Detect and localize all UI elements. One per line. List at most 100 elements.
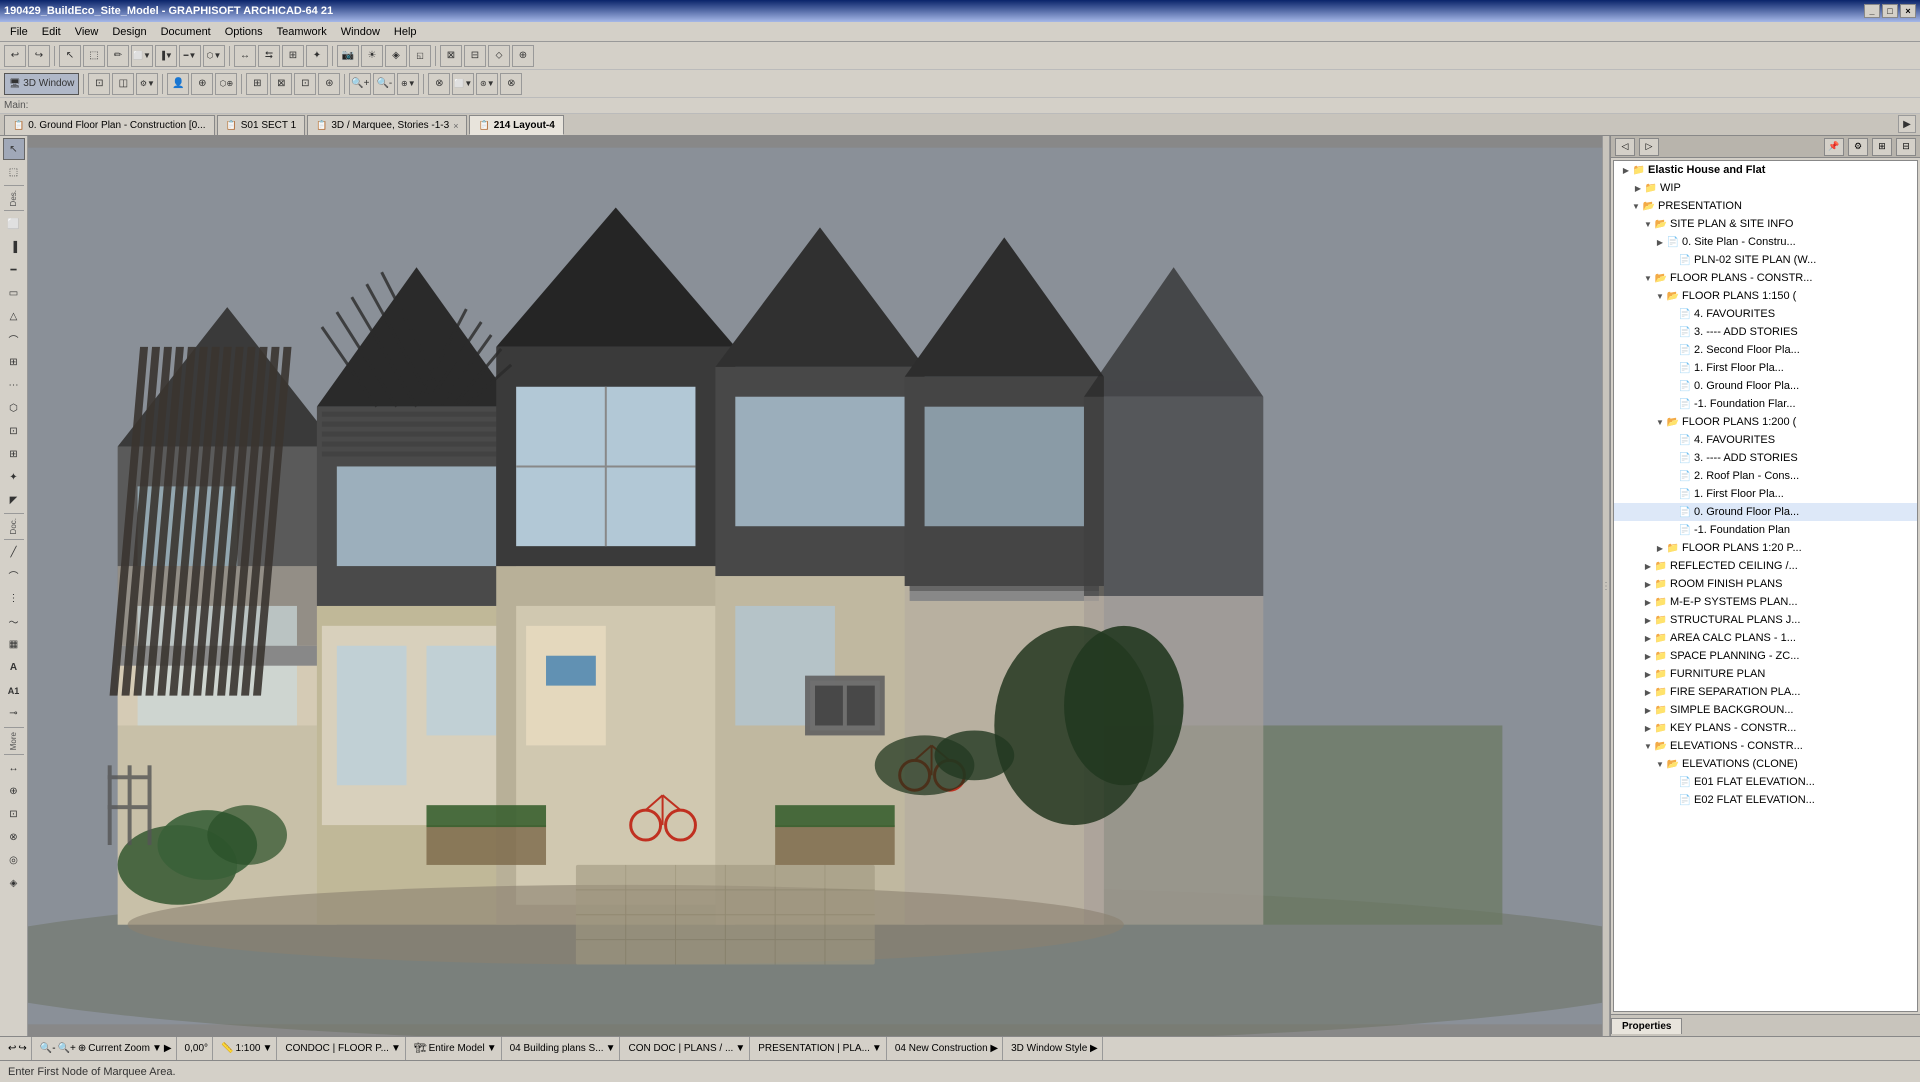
tree-add-stories-1[interactable]: 📄 3. ---- ADD STORIES — [1614, 323, 1917, 341]
3d-window-button[interactable]: 🖥 3D Window — [4, 73, 79, 95]
tree-floor-plans-120[interactable]: ▶ 📁 FLOOR PLANS 1:20 P... — [1614, 539, 1917, 557]
zoom-fit-btn[interactable]: ⊕▼ — [397, 73, 419, 95]
toggle-site-plan-info[interactable]: ▼ — [1642, 218, 1654, 230]
tree-site-plan-info[interactable]: ▼ 📂 SITE PLAN & SITE INFO — [1614, 215, 1917, 233]
lt-slab[interactable]: ▭ — [3, 282, 25, 304]
toggle-furniture-plan[interactable]: ▶ — [1642, 668, 1654, 680]
panel-divider[interactable]: ⋮ — [1602, 136, 1610, 1036]
display-btn1[interactable]: ⊞ — [246, 73, 268, 95]
lt-shell[interactable]: ⌒ — [3, 328, 25, 350]
lt-more6[interactable]: ◈ — [3, 872, 25, 894]
arrow-tool[interactable]: ↖ — [59, 45, 81, 67]
tree-space-planning[interactable]: ▶ 📁 SPACE PLANNING - ZC... — [1614, 647, 1917, 665]
view-3d-btn3[interactable]: ⚙▼ — [136, 73, 158, 95]
toggle-room-finish[interactable]: ▶ — [1642, 578, 1654, 590]
zoom-dropdown[interactable]: ▼ — [152, 1043, 162, 1054]
toggle-e02-flat[interactable] — [1666, 794, 1678, 806]
lt-fill[interactable]: ▦ — [3, 634, 25, 656]
toggle-area-calc[interactable]: ▶ — [1642, 632, 1654, 644]
nav-back-button[interactable]: ◁ — [1615, 138, 1635, 156]
toggle-mep-systems[interactable]: ▶ — [1642, 596, 1654, 608]
toggle-first-floor-1[interactable] — [1666, 362, 1678, 374]
lt-more4[interactable]: ⊗ — [3, 826, 25, 848]
element-tool[interactable]: ⬦ — [488, 45, 510, 67]
project-tree[interactable]: ▶ 📁 Elastic House and Flat ▶ 📁 WIP ▼ 📂 P… — [1613, 160, 1918, 1012]
view-3d-btn1[interactable]: ⊡ — [88, 73, 110, 95]
lt-arc[interactable]: ⌒ — [3, 565, 25, 587]
tree-roof-plan-cons[interactable]: 📄 2. Roof Plan - Cons... — [1614, 467, 1917, 485]
trim-tool[interactable]: ✦ — [306, 45, 328, 67]
tree-foundation-2[interactable]: 📄 -1. Foundation Plan — [1614, 521, 1917, 539]
menu-edit[interactable]: Edit — [36, 25, 67, 39]
toggle-presentation[interactable]: ▼ — [1630, 200, 1642, 212]
menu-file[interactable]: File — [4, 25, 34, 39]
viewport[interactable] — [28, 136, 1602, 1036]
toggle-elevations-clone[interactable]: ▼ — [1654, 758, 1666, 770]
tree-elevations-clone[interactable]: ▼ 📂 ELEVATIONS (CLONE) — [1614, 755, 1917, 773]
tree-simple-background[interactable]: ▶ 📁 SIMPLE BACKGROUN... — [1614, 701, 1917, 719]
zoom-fit-status[interactable]: ⊕ — [78, 1043, 86, 1054]
zoom-in-status[interactable]: 🔍+ — [58, 1043, 76, 1054]
lt-line[interactable]: ╱ — [3, 542, 25, 564]
toggle-site-plan-constr[interactable]: ▶ — [1654, 236, 1666, 248]
lt-door[interactable]: ⊡ — [3, 420, 25, 442]
lt-spline[interactable]: 〜 — [3, 611, 25, 633]
crop-tool[interactable]: ◱ — [409, 45, 431, 67]
display-btn4[interactable]: ⊛ — [318, 73, 340, 95]
lt-more5[interactable]: ◎ — [3, 849, 25, 871]
toggle-reflected-ceiling[interactable]: ▶ — [1642, 560, 1654, 572]
window-controls[interactable]: _ □ × — [1864, 4, 1916, 18]
tab-ground-floor[interactable]: 📋 0. Ground Floor Plan - Construction [0… — [4, 115, 215, 135]
tab-s01-sect[interactable]: 📋 S01 SECT 1 — [217, 115, 306, 135]
toggle-floor-plans-1150[interactable]: ▼ — [1654, 290, 1666, 302]
tree-ground-floor-1[interactable]: 📄 0. Ground Floor Pla... — [1614, 377, 1917, 395]
tree-elevations-constr[interactable]: ▼ 📂 ELEVATIONS - CONSTR... — [1614, 737, 1917, 755]
lt-roof[interactable]: △ — [3, 305, 25, 327]
lt-column[interactable]: ▐ — [3, 236, 25, 258]
wall-tool[interactable]: ⬜▼ — [131, 45, 153, 67]
tree-ground-floor-2[interactable]: 📄 0. Ground Floor Pla... — [1614, 503, 1917, 521]
menu-document[interactable]: Document — [155, 25, 217, 39]
camera-tool[interactable]: 📷 — [337, 45, 359, 67]
tree-floor-plans-1150[interactable]: ▼ 📂 FLOOR PLANS 1:150 ( — [1614, 287, 1917, 305]
maximize-button[interactable]: □ — [1882, 4, 1898, 18]
properties-tab-item[interactable]: Properties — [1611, 1018, 1682, 1034]
filter-btn2[interactable]: ⊕ — [191, 73, 213, 95]
tree-wip[interactable]: ▶ 📁 WIP — [1614, 179, 1917, 197]
nav-settings-button[interactable]: ⚙ — [1848, 138, 1868, 156]
tree-reflected-ceiling[interactable]: ▶ 📁 REFLECTED CEILING /... — [1614, 557, 1917, 575]
nav-pin-button[interactable]: 📌 — [1824, 138, 1844, 156]
arrow-select-tool[interactable]: ↖ — [3, 138, 25, 160]
toggle-fire-separation[interactable]: ▶ — [1642, 686, 1654, 698]
lt-wall[interactable]: ⬜ — [3, 213, 25, 235]
lt-object[interactable]: ✦ — [3, 466, 25, 488]
menu-options[interactable]: Options — [219, 25, 269, 39]
tree-elastic-house[interactable]: ▶ 📁 Elastic House and Flat — [1614, 161, 1917, 179]
toggle-add-stories-1[interactable] — [1666, 326, 1678, 338]
menu-teamwork[interactable]: Teamwork — [271, 25, 333, 39]
tree-structural[interactable]: ▶ 📁 STRUCTURAL PLANS J... — [1614, 611, 1917, 629]
surface-btn[interactable]: ⊗ — [428, 73, 450, 95]
lt-dim[interactable]: ⊸ — [3, 703, 25, 725]
offset-tool[interactable]: ⊞ — [282, 45, 304, 67]
toggle-pln-02[interactable] — [1666, 254, 1678, 266]
ambient-btn[interactable]: ⊛▼ — [476, 73, 498, 95]
stories-btn[interactable]: 👤 — [167, 73, 189, 95]
toggle-first-floor-2[interactable] — [1666, 488, 1678, 500]
view-3d-btn2[interactable]: ◫ — [112, 73, 134, 95]
undo-button[interactable]: ↩ — [4, 45, 26, 67]
toggle-favourites-1[interactable] — [1666, 308, 1678, 320]
tree-floor-plans-constr[interactable]: ▼ 📂 FLOOR PLANS - CONSTR... — [1614, 269, 1917, 287]
toggle-space-planning[interactable]: ▶ — [1642, 650, 1654, 662]
tree-site-plan-constr[interactable]: ▶ 📄 0. Site Plan - Constru... — [1614, 233, 1917, 251]
tree-room-finish[interactable]: ▶ 📁 ROOM FINISH PLANS — [1614, 575, 1917, 593]
model-dropdown[interactable]: ▼ — [487, 1043, 497, 1054]
sun-pos-btn[interactable]: ⊗ — [500, 73, 522, 95]
minimize-button[interactable]: _ — [1864, 4, 1880, 18]
tree-pln-02[interactable]: 📄 PLN-02 SITE PLAN (W... — [1614, 251, 1917, 269]
lt-more1[interactable]: ↔ — [3, 757, 25, 779]
pres-dropdown[interactable]: ▼ — [872, 1043, 882, 1054]
toggle-floor-plans-120[interactable]: ▶ — [1654, 542, 1666, 554]
nav-forward-button[interactable]: ▷ — [1639, 138, 1659, 156]
toggle-second-floor-1[interactable] — [1666, 344, 1678, 356]
